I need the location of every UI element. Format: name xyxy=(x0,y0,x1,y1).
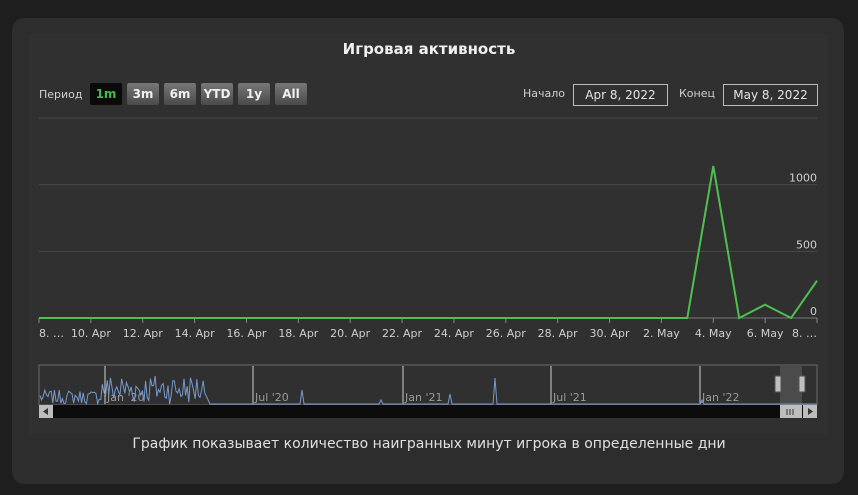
x-tick-label: 10. Apr xyxy=(71,327,111,340)
x-tick-label: 14. Apr xyxy=(175,327,215,340)
navigator-left-handle[interactable] xyxy=(774,375,782,393)
navigator-right-handle[interactable] xyxy=(798,375,806,393)
navigator[interactable]: Jan '20 Jul '20 Jan '21 Jul '21 Jan '22 xyxy=(38,364,818,406)
scrollbar-track[interactable] xyxy=(39,405,817,418)
x-tick-label: 4. May xyxy=(695,327,732,340)
x-tick-label: 6. May xyxy=(747,327,784,340)
grid-lines xyxy=(39,117,817,319)
x-tick-label: 22. Apr xyxy=(382,327,422,340)
navigator-label: Jul '21 xyxy=(552,391,587,404)
navigator-label: Jan '21 xyxy=(404,391,442,404)
scrollbar-thumb[interactable] xyxy=(780,405,802,418)
y-tick-label: 0 xyxy=(810,305,817,318)
x-tick-label: 18. Apr xyxy=(278,327,318,340)
scrollbar[interactable] xyxy=(39,405,817,418)
x-tick-label: 8. … xyxy=(39,327,64,340)
x-tick-label: 30. Apr xyxy=(590,327,630,340)
y-tick-label: 1000 xyxy=(789,172,817,185)
navigator-label: Jan '22 xyxy=(701,391,739,404)
x-tick-label: 28. Apr xyxy=(538,327,578,340)
x-tick-label: 20. Apr xyxy=(330,327,370,340)
x-tick-label: 8. … xyxy=(792,327,817,340)
series-line xyxy=(39,165,818,320)
x-tick-label: 2. May xyxy=(643,327,680,340)
y-axis-ticks: 0 500 1000 xyxy=(789,172,817,318)
y-tick-label: 500 xyxy=(796,238,817,251)
x-tick-label: 16. Apr xyxy=(226,327,266,340)
x-axis-ticks: 8. … 10. Apr 12. Apr 14. Apr 16. Apr 18. Apr 2… xyxy=(38,318,818,340)
chart-description: График показывает количество наигранных … xyxy=(132,436,726,452)
chart-svg: 0 500 1000 8. … 10. Apr 12. Apr 14. Apr 16. Ap… xyxy=(38,117,818,418)
x-tick-label: 24. Apr xyxy=(434,327,474,340)
navigator-label: Jul '20 xyxy=(254,391,289,404)
x-tick-label: 26. Apr xyxy=(486,327,526,340)
x-tick-label: 12. Apr xyxy=(123,327,163,340)
